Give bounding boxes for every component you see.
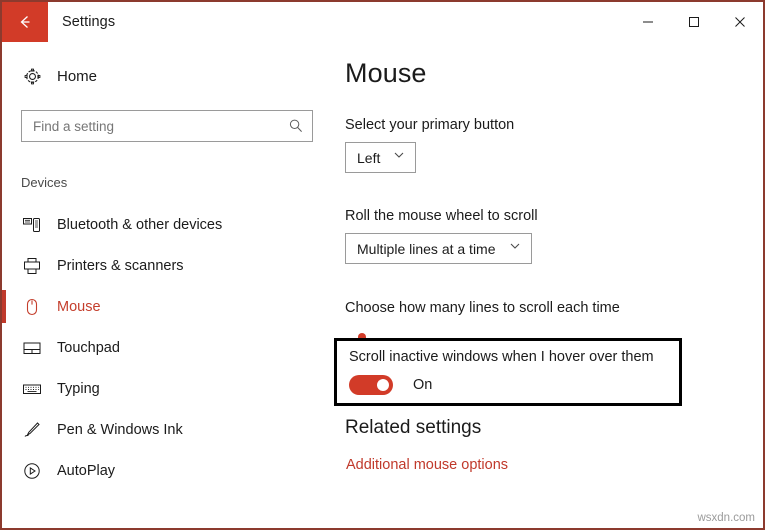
search-box[interactable] [21,110,313,142]
gear-icon [21,65,43,87]
sidebar-nav-list: Bluetooth & other devices Printers & sca… [2,204,332,491]
chevron-down-icon [508,239,522,258]
inactive-scroll-toggle[interactable] [349,375,393,395]
related-settings-title: Related settings [345,417,481,439]
minimize-button[interactable] [625,2,671,42]
wheel-scroll-dropdown[interactable]: Multiple lines at a time [345,233,532,264]
sidebar-item-label: Printers & scanners [57,258,184,274]
search-input[interactable] [33,112,288,140]
additional-mouse-options-link[interactable]: Additional mouse options [346,457,508,473]
close-button[interactable] [717,2,763,42]
mouse-icon [21,296,43,318]
window-controls [625,2,763,42]
app-title: Settings [48,2,115,42]
sidebar: Home Devices [2,42,332,528]
inactive-scroll-state: On [413,377,432,393]
selection-indicator [2,290,6,323]
primary-button-value: Left [357,150,380,166]
sidebar-item-home[interactable]: Home [2,54,332,98]
maximize-button[interactable] [671,2,717,42]
watermark: wsxdn.com [697,512,755,524]
back-arrow-icon [16,13,34,31]
sidebar-item-mouse[interactable]: Mouse [2,286,332,327]
sidebar-item-label: Typing [57,381,100,397]
sidebar-group-header: Devices [21,175,332,190]
title-bar: Settings [2,2,763,42]
autoplay-icon [21,460,43,482]
touchpad-icon [21,337,43,359]
wheel-scroll-value: Multiple lines at a time [357,241,496,257]
page-title: Mouse [345,58,763,89]
inactive-scroll-toggle-row: On [349,375,679,395]
sidebar-item-printers[interactable]: Printers & scanners [2,245,332,286]
sidebar-item-autoplay[interactable]: AutoPlay [2,450,332,491]
sidebar-item-label: Bluetooth & other devices [57,217,222,233]
primary-button-label: Select your primary button [345,117,763,133]
wheel-scroll-label: Roll the mouse wheel to scroll [345,208,763,224]
keyboard-icon [21,378,43,400]
sidebar-item-label: Mouse [57,299,101,315]
scroll-lines-label: Choose how many lines to scroll each tim… [345,300,763,316]
sidebar-item-bluetooth[interactable]: Bluetooth & other devices [2,204,332,245]
search-icon [288,118,304,134]
inactive-scroll-label: Scroll inactive windows when I hover ove… [349,349,679,365]
sidebar-item-label: Pen & Windows Ink [57,422,183,438]
chevron-down-icon [392,148,406,167]
sidebar-item-home-label: Home [57,68,97,85]
main-content: Mouse Select your primary button Left Ro… [332,42,763,528]
printer-icon [21,255,43,277]
sidebar-item-label: Touchpad [57,340,120,356]
bluetooth-devices-icon [21,214,43,236]
toggle-knob [377,379,389,391]
sidebar-item-label: AutoPlay [57,463,115,479]
sidebar-item-typing[interactable]: Typing [2,368,332,409]
settings-window: Settings Home [0,0,765,530]
back-button[interactable] [2,2,48,42]
sidebar-item-touchpad[interactable]: Touchpad [2,327,332,368]
sidebar-item-pen[interactable]: Pen & Windows Ink [2,409,332,450]
inactive-scroll-highlight-box: Scroll inactive windows when I hover ove… [334,338,682,406]
primary-button-dropdown[interactable]: Left [345,142,416,173]
pen-icon [21,419,43,441]
